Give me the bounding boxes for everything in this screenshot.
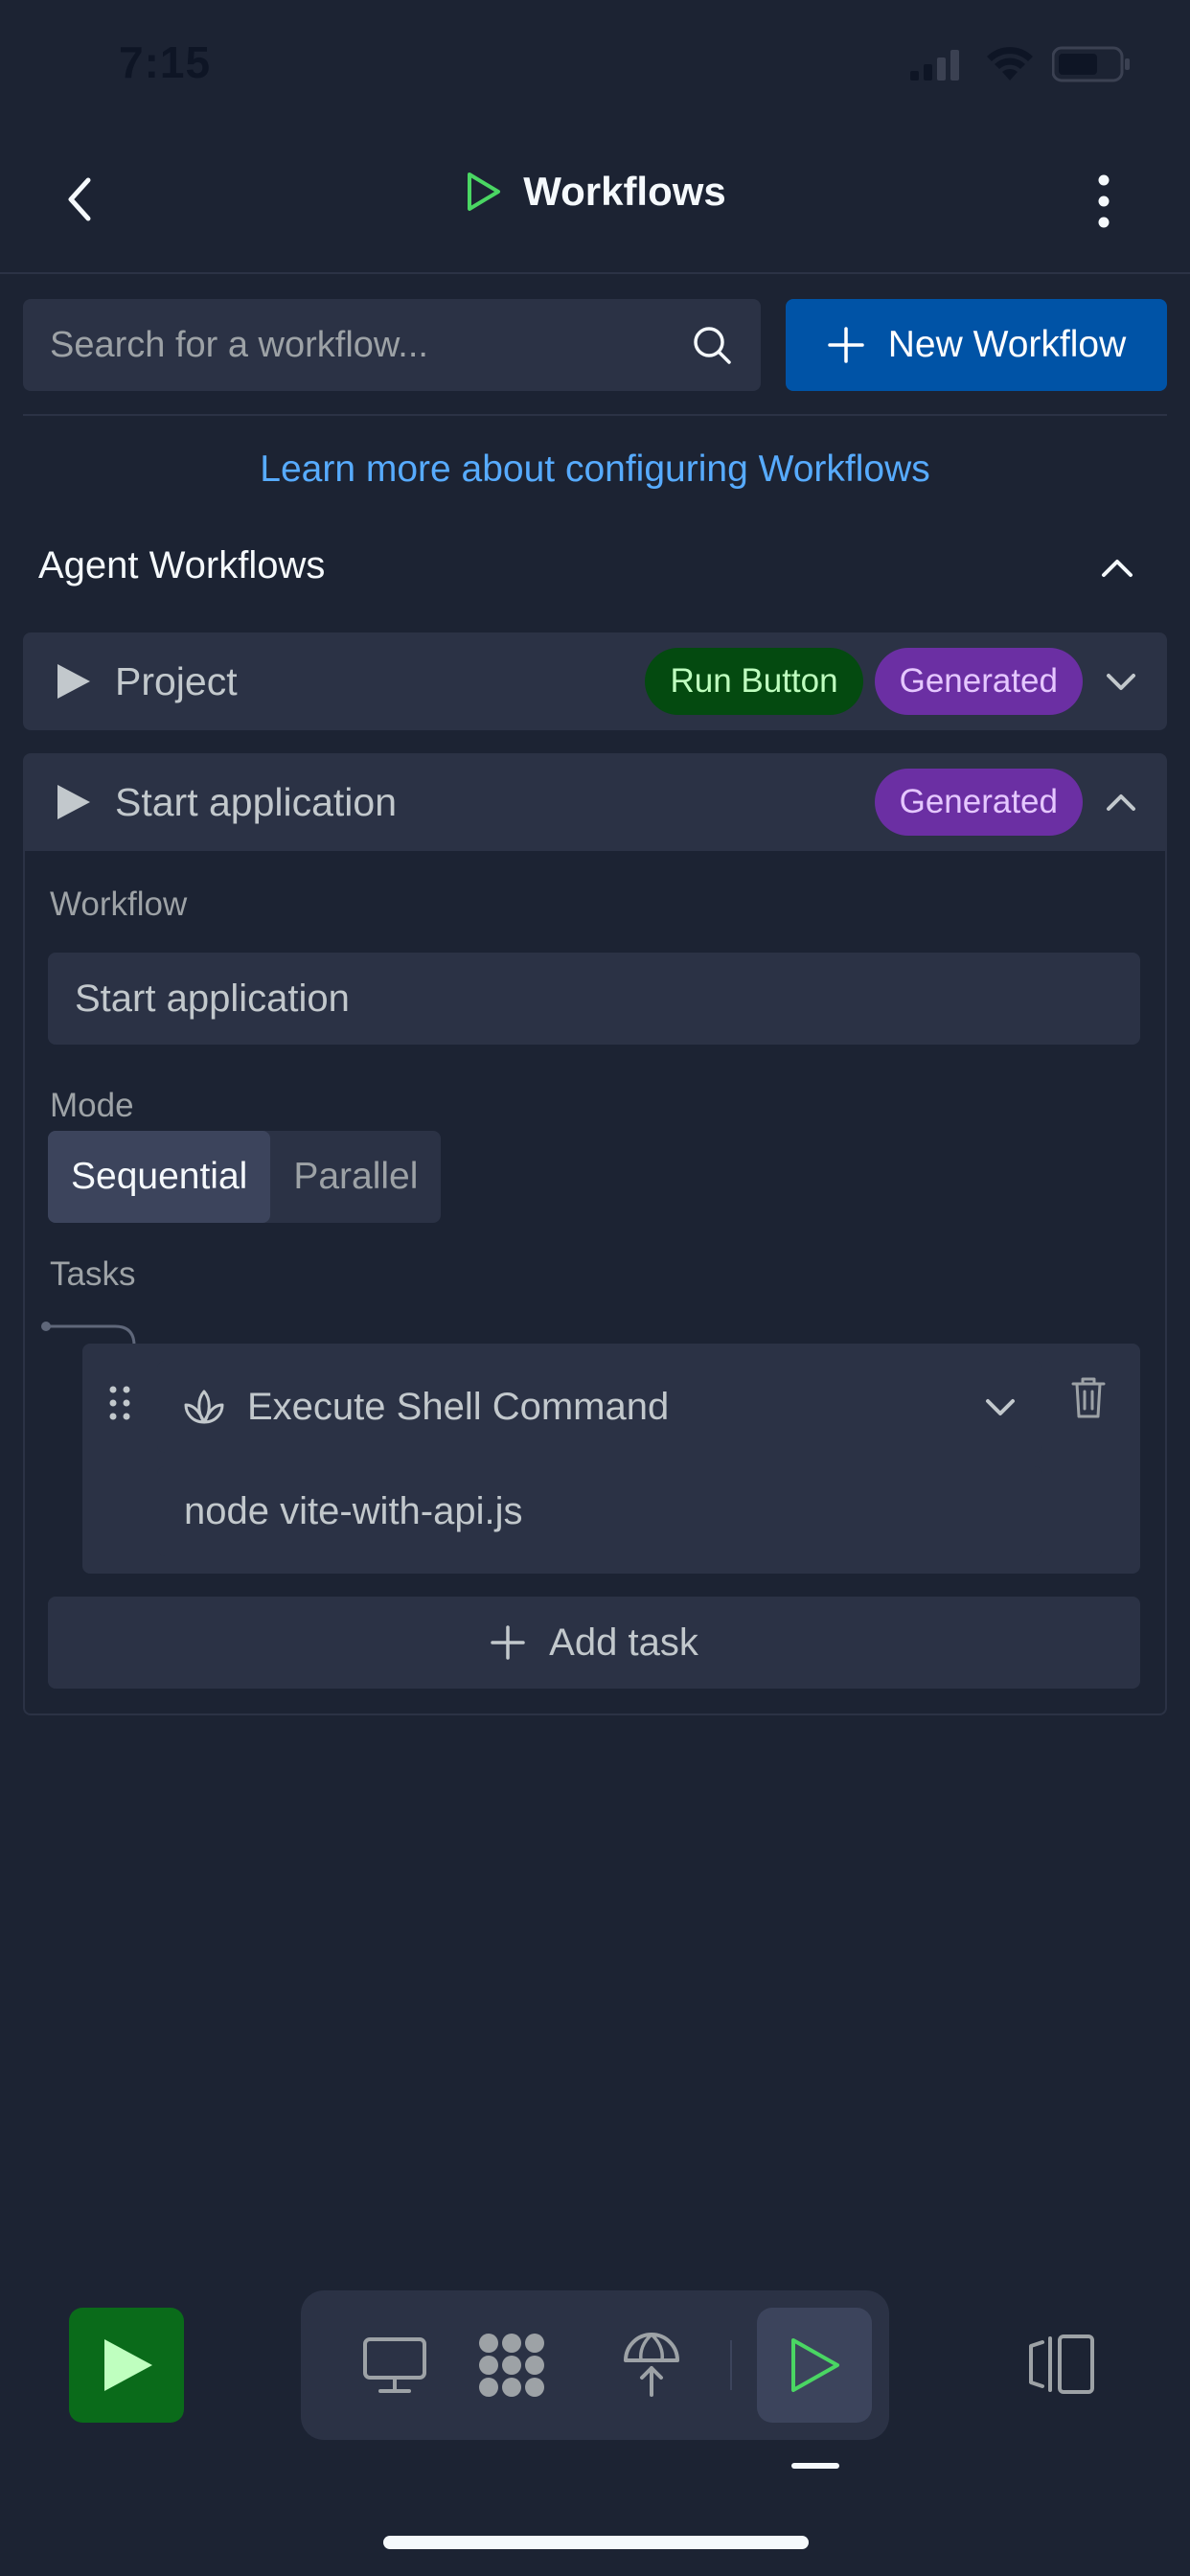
play-icon xyxy=(464,171,502,213)
deploy-icon xyxy=(624,2333,679,2397)
task-type-label: Execute Shell Command xyxy=(247,1385,670,1428)
more-options-button[interactable] xyxy=(1088,172,1119,230)
delete-task-button[interactable] xyxy=(1069,1374,1108,1420)
packages-icon xyxy=(479,2334,544,2397)
workflow-name-field[interactable]: Start application xyxy=(48,953,1140,1045)
command-input[interactable]: node vite-with-api.js xyxy=(157,1466,1042,1556)
dock-deploy[interactable] xyxy=(594,2308,709,2423)
search-input[interactable] xyxy=(50,324,690,366)
search-divider xyxy=(23,414,1167,416)
battery-icon xyxy=(1052,46,1131,82)
new-workflow-button[interactable]: New Workflow xyxy=(786,299,1167,391)
dock-monitor[interactable] xyxy=(337,2308,452,2423)
play-icon xyxy=(104,2339,152,2391)
add-task-label: Add task xyxy=(549,1621,698,1664)
workflow-card-project[interactable]: Project Run Button Generated xyxy=(23,632,1167,730)
workflow-card-start-application[interactable]: Start application Generated xyxy=(23,753,1167,851)
add-task-button[interactable]: Add task xyxy=(48,1597,1140,1689)
cellular-signal-icon xyxy=(910,50,968,80)
run-button[interactable] xyxy=(69,2308,184,2423)
workflow-name: Project xyxy=(115,658,238,703)
workflow-field-label: Workflow xyxy=(50,886,188,923)
workflows-icon xyxy=(791,2338,839,2392)
collapse-section-button[interactable] xyxy=(1098,552,1136,581)
chevron-down-icon[interactable] xyxy=(1104,668,1138,695)
tasks-label: Tasks xyxy=(50,1255,136,1293)
dock-workflows[interactable] xyxy=(757,2308,872,2423)
status-time: 7:15 xyxy=(119,37,212,87)
home-indicator xyxy=(383,2536,809,2549)
active-tab-indicator xyxy=(791,2463,839,2469)
header-divider xyxy=(0,272,1190,274)
generated-badge: Generated xyxy=(874,648,1083,715)
mode-selector[interactable]: Sequential Parallel xyxy=(48,1131,442,1223)
dock-separator xyxy=(730,2340,732,2390)
search-bar[interactable] xyxy=(23,299,761,391)
workflow-name: Start application xyxy=(115,779,398,824)
plus-icon xyxy=(827,326,865,364)
new-workflow-label: New Workflow xyxy=(887,324,1127,365)
chevron-up-icon xyxy=(1102,560,1133,577)
learn-more-link[interactable]: Learn more about configuring Workflows xyxy=(0,448,1190,491)
page-header: Workflows xyxy=(0,169,1190,222)
play-icon[interactable] xyxy=(54,783,92,821)
chevron-up-icon[interactable] xyxy=(1104,789,1138,816)
layout-panels-icon xyxy=(1029,2334,1094,2394)
page-title: Workflows xyxy=(523,169,726,214)
trash-icon xyxy=(1071,1377,1106,1418)
section-title: Agent Workflows xyxy=(38,544,326,586)
more-vertical-icon xyxy=(1098,174,1110,228)
run-button-badge: Run Button xyxy=(645,648,863,715)
mode-sequential[interactable]: Sequential xyxy=(48,1131,271,1223)
mode-label: Mode xyxy=(50,1087,134,1124)
search-icon[interactable] xyxy=(690,323,734,367)
tool-dock xyxy=(301,2290,889,2440)
dock-packages[interactable] xyxy=(454,2308,569,2423)
shell-icon xyxy=(182,1388,226,1426)
task-type-select[interactable]: Execute Shell Command xyxy=(157,1361,1042,1453)
drag-handle-icon[interactable] xyxy=(107,1384,134,1422)
generated-badge: Generated xyxy=(874,769,1083,836)
play-icon[interactable] xyxy=(54,662,92,701)
chevron-down-icon xyxy=(983,1393,1018,1420)
mode-parallel[interactable]: Parallel xyxy=(270,1131,441,1223)
panel-layout-button[interactable] xyxy=(1027,2333,1098,2396)
plus-icon xyxy=(490,1624,526,1661)
monitor-icon xyxy=(363,2337,426,2393)
wifi-icon xyxy=(985,46,1035,82)
